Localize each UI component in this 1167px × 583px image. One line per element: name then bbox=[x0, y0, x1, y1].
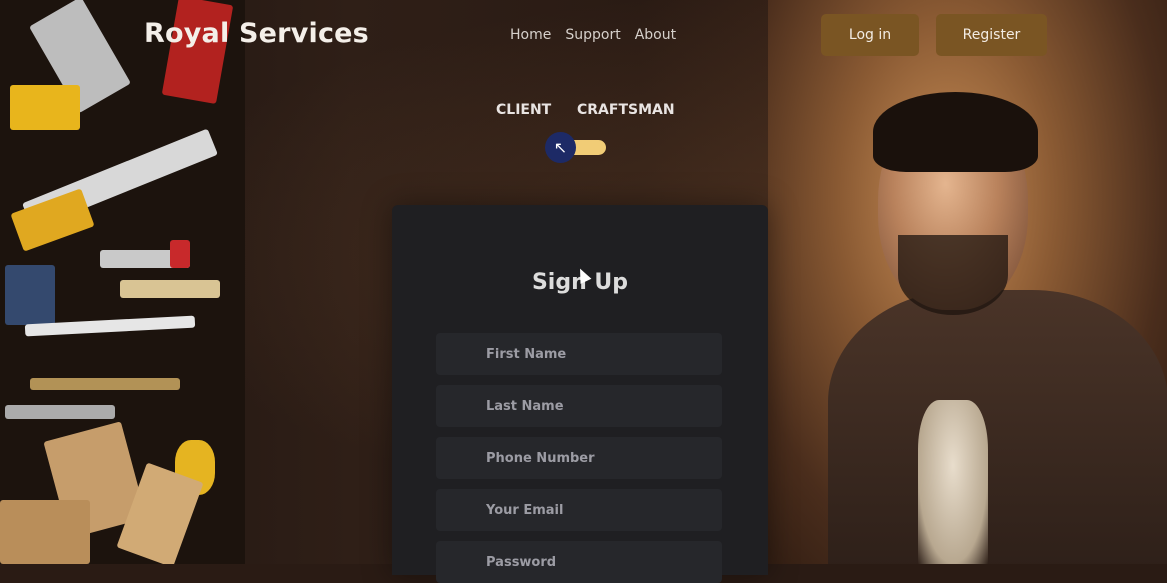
first-name-input[interactable] bbox=[436, 333, 722, 375]
register-button[interactable]: Register bbox=[936, 14, 1047, 56]
role-client-label[interactable]: CLIENT bbox=[496, 102, 551, 118]
signup-card: Sign Up bbox=[392, 205, 768, 583]
craftsman-portrait-image bbox=[768, 0, 1167, 564]
role-toggle-knob[interactable]: ↖ bbox=[545, 132, 576, 163]
login-button[interactable]: Log in bbox=[821, 14, 919, 56]
portrait-hair bbox=[873, 92, 1038, 172]
brand-logo[interactable]: Royal Services bbox=[144, 18, 369, 49]
portrait-beard bbox=[898, 235, 1008, 315]
tools-collage-image bbox=[0, 0, 245, 564]
nav-about[interactable]: About bbox=[635, 27, 676, 43]
nav-home[interactable]: Home bbox=[510, 27, 551, 43]
role-craftsman-label[interactable]: CRAFTSMAN bbox=[577, 102, 675, 118]
portrait-chest bbox=[918, 400, 988, 564]
email-input[interactable] bbox=[436, 489, 722, 531]
arrow-up-left-icon: ↖ bbox=[553, 138, 568, 157]
last-name-input[interactable] bbox=[436, 385, 722, 427]
portrait-shirt bbox=[828, 290, 1167, 564]
nav-support[interactable]: Support bbox=[565, 27, 620, 43]
main-nav: Home Support About bbox=[510, 27, 676, 43]
phone-number-input[interactable] bbox=[436, 437, 722, 479]
password-input[interactable] bbox=[436, 541, 722, 583]
